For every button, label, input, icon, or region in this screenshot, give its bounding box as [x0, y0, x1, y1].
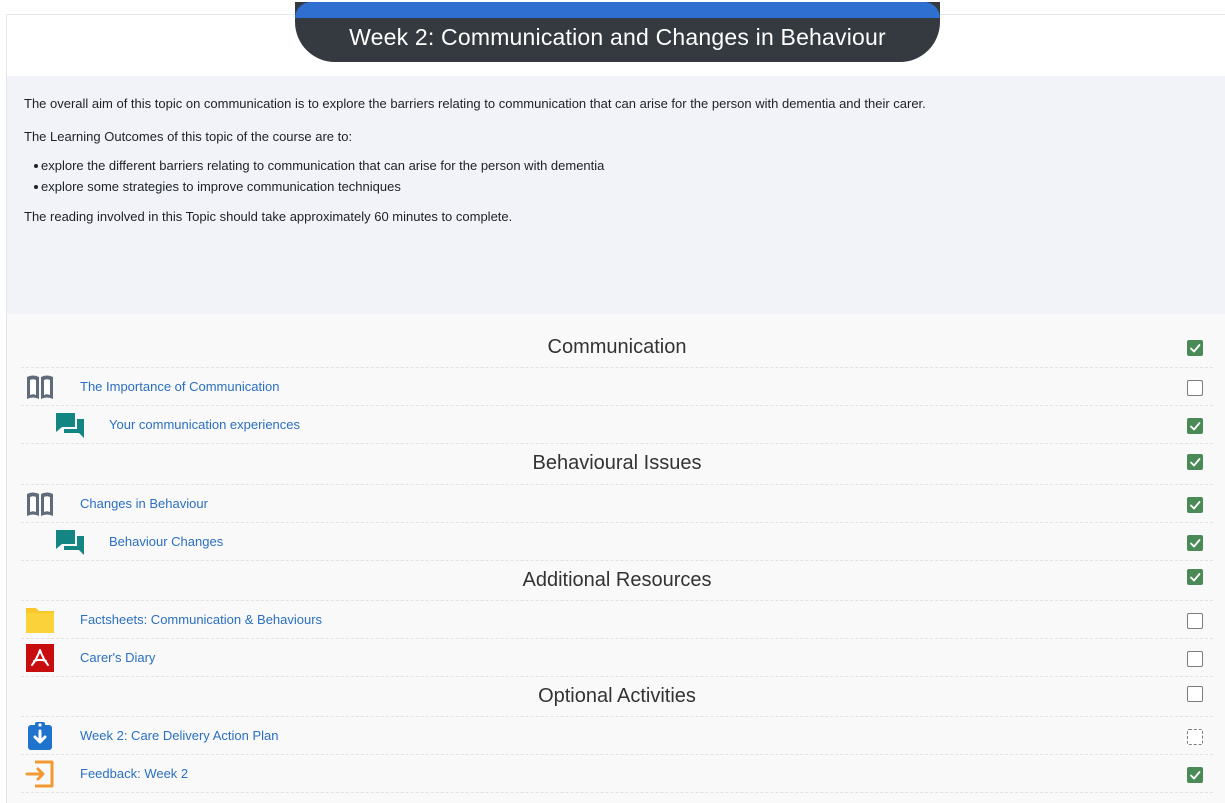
- completion-checkbox-complete[interactable]: [1187, 569, 1203, 585]
- checkmark-icon: [1190, 344, 1201, 353]
- checkmark-icon: [1190, 573, 1201, 582]
- section-title: Additional Resources: [522, 569, 712, 591]
- activity-row: Behaviour Changes: [21, 523, 1213, 561]
- week-title-banner: Week 2: Communication and Changes in Beh…: [295, 2, 940, 62]
- activity-row: Carer's Diary: [21, 639, 1213, 677]
- outcomes-list: explore the different barriers relating …: [24, 157, 1225, 196]
- outcome-item: explore the different barriers relating …: [34, 157, 1225, 175]
- book-icon: [25, 490, 55, 518]
- activity-row: Feedback: Week 2: [21, 755, 1213, 793]
- activity-link[interactable]: Behaviour Changes: [109, 534, 223, 549]
- activity-link[interactable]: Week 2: Care Delivery Action Plan: [80, 728, 278, 743]
- folder-icon: [25, 606, 55, 634]
- activity-link[interactable]: Your communication experiences: [109, 417, 300, 432]
- assignment-icon: [25, 722, 55, 750]
- section-header-additional-resources: Additional Resources: [21, 561, 1213, 601]
- outcomes-heading: The Learning Outcomes of this topic of t…: [24, 129, 353, 144]
- checkmark-icon: [1190, 501, 1201, 510]
- completion-checkbox-complete[interactable]: [1187, 535, 1203, 551]
- checkmark-icon: [1190, 771, 1201, 780]
- activity-row: The Importance of Communication: [21, 368, 1213, 406]
- summary-intro: The overall aim of this topic on communi…: [24, 96, 926, 111]
- section-title: Communication: [547, 336, 687, 358]
- reading-time: The reading involved in this Topic shoul…: [24, 209, 513, 224]
- title-accent-bar: [295, 2, 940, 18]
- completion-checkbox-complete[interactable]: [1187, 767, 1203, 783]
- pdf-icon: [25, 644, 55, 672]
- completion-checkbox-complete[interactable]: [1187, 418, 1203, 434]
- checkmark-icon: [1190, 539, 1201, 548]
- completion-checkbox-complete[interactable]: [1187, 454, 1203, 470]
- section-header-optional-activities: Optional Activities: [21, 677, 1213, 717]
- section-header-behavioural-issues: Behavioural Issues: [21, 444, 1213, 485]
- activity-row: Changes in Behaviour: [21, 485, 1213, 523]
- activity-link[interactable]: Factsheets: Communication & Behaviours: [80, 612, 322, 627]
- topic-summary: The overall aim of this topic on communi…: [7, 76, 1225, 314]
- feedback-icon: [25, 760, 55, 788]
- completion-checkbox-incomplete[interactable]: [1187, 651, 1203, 667]
- outcome-item: explore some strategies to improve commu…: [34, 178, 1225, 196]
- book-icon: [25, 373, 55, 401]
- page-title: Week 2: Communication and Changes in Beh…: [349, 24, 886, 50]
- completion-checkbox-complete[interactable]: [1187, 340, 1203, 356]
- activity-link[interactable]: Carer's Diary: [80, 650, 155, 665]
- section-title: Optional Activities: [538, 685, 696, 707]
- activity-list: Communication The Importance of Communic…: [7, 314, 1225, 803]
- section-header-communication: Communication: [21, 324, 1213, 368]
- completion-checkbox-incomplete[interactable]: [1187, 686, 1203, 702]
- completion-checkbox-auto: [1187, 729, 1203, 745]
- activity-row: Your communication experiences: [21, 406, 1213, 444]
- activity-row: Week 2: Care Delivery Action Plan: [21, 717, 1213, 755]
- checkmark-icon: [1190, 422, 1201, 431]
- activity-link[interactable]: Feedback: Week 2: [80, 766, 188, 781]
- forum-icon: [55, 411, 85, 439]
- completion-checkbox-incomplete[interactable]: [1187, 613, 1203, 629]
- forum-icon: [55, 528, 85, 556]
- activity-link[interactable]: The Importance of Communication: [80, 379, 279, 394]
- completion-checkbox-incomplete[interactable]: [1187, 380, 1203, 396]
- activity-link[interactable]: Changes in Behaviour: [80, 496, 208, 511]
- completion-checkbox-complete[interactable]: [1187, 497, 1203, 513]
- checkmark-icon: [1190, 458, 1201, 467]
- section-title: Behavioural Issues: [532, 452, 702, 474]
- activity-row: Factsheets: Communication & Behaviours: [21, 601, 1213, 639]
